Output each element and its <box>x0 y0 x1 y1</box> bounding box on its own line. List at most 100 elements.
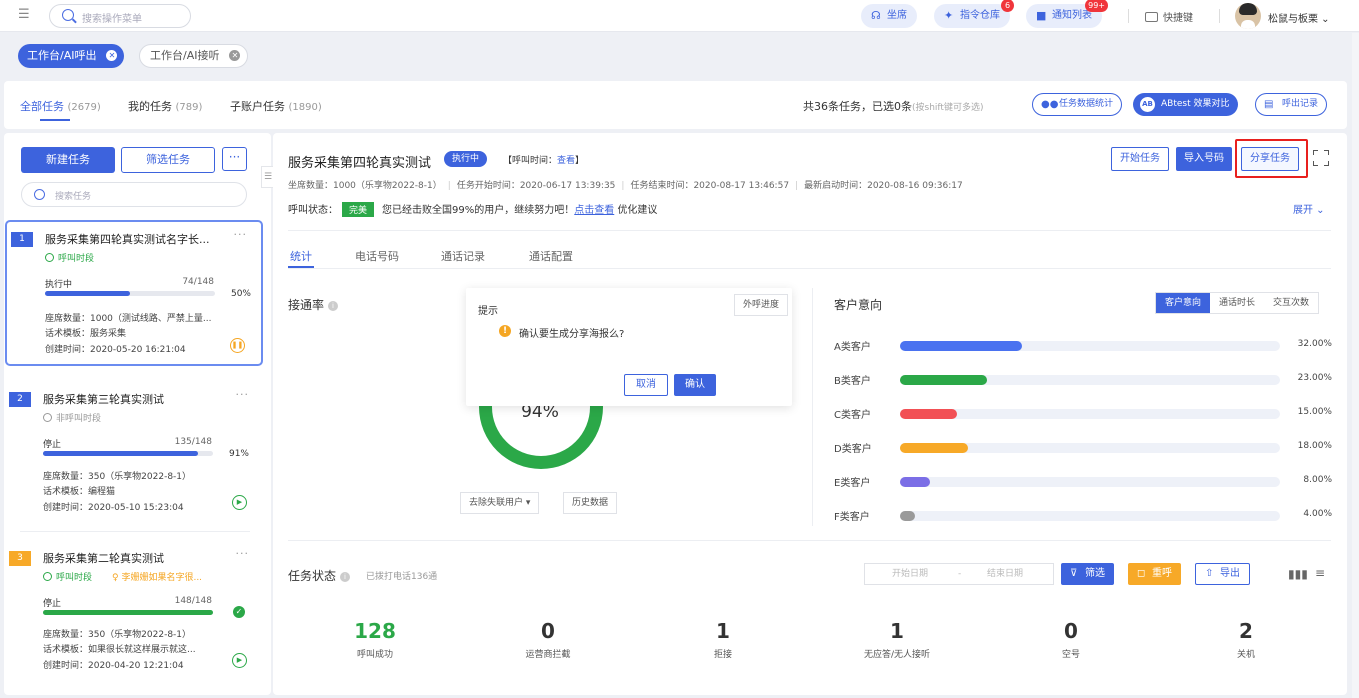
seg-intent[interactable]: 客户意向 <box>1156 293 1211 313</box>
task-meta: 坐席数量：1000（乐享物2022-8-1） | 任务开始时间：2020-06-17… <box>288 181 963 191</box>
stat-value: 128 <box>354 619 396 643</box>
tab-ai-inbound[interactable]: 工作台/AI接听 ✕ <box>139 44 249 68</box>
sort-icon[interactable]: ≡ <box>1315 566 1325 580</box>
tab-call-records[interactable]: 通话记录 <box>441 248 485 264</box>
scrollbar[interactable] <box>1352 33 1359 698</box>
intent-label: C类客户 <box>834 410 871 421</box>
intent-bar-track <box>900 341 1280 351</box>
intent-row: F类客户 4.00% <box>834 508 1334 523</box>
clock-icon <box>43 413 52 422</box>
stat-item: 2 关机 <box>1186 619 1306 660</box>
tab-phone-numbers[interactable]: 电话号码 <box>355 248 399 264</box>
stat-label: 关机 <box>1236 650 1255 660</box>
confirm-button[interactable]: 确认 <box>674 374 716 396</box>
stat-label: 呼叫成功 <box>356 650 393 660</box>
tab-all-tasks[interactable]: 全部任务 (2679) <box>20 98 101 114</box>
history-data-button[interactable]: 历史数据 <box>563 492 618 514</box>
agent-name: ♀ 李姗姗如果名字很... <box>112 573 203 583</box>
intent-bar <box>900 443 969 453</box>
progress-bar <box>43 610 213 615</box>
more-icon[interactable]: ··· <box>234 228 248 241</box>
stat-value: 0 <box>1064 619 1078 643</box>
intent-bar <box>900 375 988 385</box>
task-card[interactable]: 2 服务采集第三轮真实测试 ··· 非呼叫时段 停止 135/148 91% 座… <box>5 382 263 522</box>
notify-list-button[interactable]: ■ 通知列表 99+ <box>1026 0 1108 28</box>
more-button[interactable]: ··· <box>222 147 247 171</box>
more-icon[interactable]: ··· <box>236 547 250 560</box>
upload-icon: ⇧ <box>1205 568 1214 579</box>
remove-lost-select[interactable]: 去除失联用户 ▾ <box>460 492 540 514</box>
intent-bar-track <box>900 409 1280 419</box>
confirm-dialog: 提示 外呼进度 ! 确认要生成分享海报么? 取消 确认 <box>466 288 792 406</box>
stat-value: 1 <box>716 619 730 643</box>
outbound-progress-button[interactable]: 外呼进度 <box>733 294 788 316</box>
tab-statistics[interactable]: 统计 <box>290 248 312 264</box>
progress-fill <box>43 451 198 456</box>
intent-percent: 32.00% <box>1297 339 1332 349</box>
check-icon: ✓ <box>233 606 245 618</box>
selection-summary: 共36条任务，已选0条(按shift键可多选) <box>803 100 984 113</box>
filter-button[interactable]: ⊽ 筛选 <box>1061 563 1114 585</box>
stat-value: 2 <box>1239 619 1253 643</box>
tab-ai-outbound[interactable]: 工作台/AI呼出 ✕ <box>18 44 125 68</box>
view-call-time-link[interactable]: 查看 <box>557 156 575 166</box>
intent-percent: 8.00% <box>1303 475 1332 485</box>
date-range-input[interactable]: 开始日期 - 结束日期 <box>864 563 1054 585</box>
play-icon[interactable]: ▶ <box>232 653 247 668</box>
pause-icon[interactable]: ❚❚ <box>230 338 245 353</box>
stat-item: 0 运营商拦截 <box>488 619 608 660</box>
stat-item: 128 呼叫成功 <box>315 619 435 660</box>
shortcut-button[interactable]: 快捷键 <box>1145 9 1193 24</box>
export-button[interactable]: ⇧ 导出 <box>1195 563 1250 585</box>
binoculars-icon: ●● <box>1041 99 1059 110</box>
intent-bar-track <box>900 477 1280 487</box>
bar-chart-icon[interactable]: ▮▮▮ <box>1288 567 1308 581</box>
expand-button[interactable]: 展开 ⌄ <box>1293 201 1325 216</box>
task-card[interactable]: 3 服务采集第二轮真实测试 ··· 呼叫时段 ♀ 李姗姗如果名字很... 停止 … <box>5 541 263 681</box>
abtest-button[interactable]: AB ABtest 效果对比 <box>1133 93 1239 116</box>
close-icon[interactable]: ✕ <box>106 50 118 61</box>
command-repo-button[interactable]: ✦ 指令仓库 6 <box>934 0 1014 28</box>
tab-sub-account-tasks[interactable]: 子账户任务 (1890) <box>230 98 322 114</box>
seg-duration[interactable]: 通话时长 <box>1210 293 1264 313</box>
recall-icon: ◻ <box>1137 568 1146 579</box>
start-task-button[interactable]: 开始任务 <box>1111 147 1169 171</box>
filter-task-button[interactable]: 筛选任务 <box>121 147 215 173</box>
intent-label: E类客户 <box>834 478 871 489</box>
fullscreen-icon[interactable] <box>1313 150 1329 166</box>
recall-button[interactable]: ◻ 重呼 <box>1128 563 1181 585</box>
search-icon <box>62 9 74 21</box>
seg-interactions[interactable]: 交互次数 <box>1264 293 1318 313</box>
menu-toggle-icon[interactable]: ☰ <box>18 8 32 21</box>
task-stats-button[interactable]: ●● 任务数据统计 <box>1032 93 1123 116</box>
intent-row: B类客户 23.00% <box>834 372 1334 387</box>
menu-search-input[interactable]: 搜索操作菜单 <box>49 4 191 28</box>
import-numbers-button[interactable]: 导入号码 <box>1176 147 1232 171</box>
intent-title: 客户意向 <box>834 298 883 312</box>
cancel-button[interactable]: 取消 <box>624 374 668 396</box>
progress-bar <box>43 451 213 456</box>
grade-badge: 完美 <box>342 202 375 217</box>
call-records-button[interactable]: ▤ 呼出记录 <box>1255 93 1328 116</box>
tab-my-tasks[interactable]: 我的任务 (789) <box>128 98 202 114</box>
stat-label: 空号 <box>1061 650 1080 660</box>
new-task-button[interactable]: 新建任务 <box>21 147 115 173</box>
close-icon[interactable]: ✕ <box>229 50 241 61</box>
tab-call-config[interactable]: 通话配置 <box>529 248 573 264</box>
intent-percent: 15.00% <box>1297 407 1332 417</box>
play-icon[interactable]: ▶ <box>232 495 247 510</box>
task-search-input[interactable]: 搜索任务 <box>21 182 247 207</box>
intent-percent: 4.00% <box>1303 509 1332 519</box>
intent-segmented: 客户意向 通话时长 交互次数 <box>1155 292 1320 314</box>
intent-bar <box>900 409 957 419</box>
progress-fill <box>43 610 213 615</box>
view-link[interactable]: 点击查看 <box>574 205 614 216</box>
intent-row: A类客户 32.00% <box>834 338 1334 353</box>
avatar[interactable] <box>1235 3 1261 29</box>
keyboard-icon <box>1145 12 1158 22</box>
more-icon[interactable]: ··· <box>236 388 250 401</box>
task-card[interactable]: 1 服务采集第四轮真实测试名字长... ··· 呼叫时段 执行中 74/148 … <box>5 220 263 366</box>
seat-button[interactable]: ☊ 坐席 <box>861 4 917 28</box>
task-title: 服务采集第四轮真实测试 <box>288 156 432 171</box>
user-menu[interactable]: 松鼠与板栗 ⌄ <box>1268 10 1330 25</box>
